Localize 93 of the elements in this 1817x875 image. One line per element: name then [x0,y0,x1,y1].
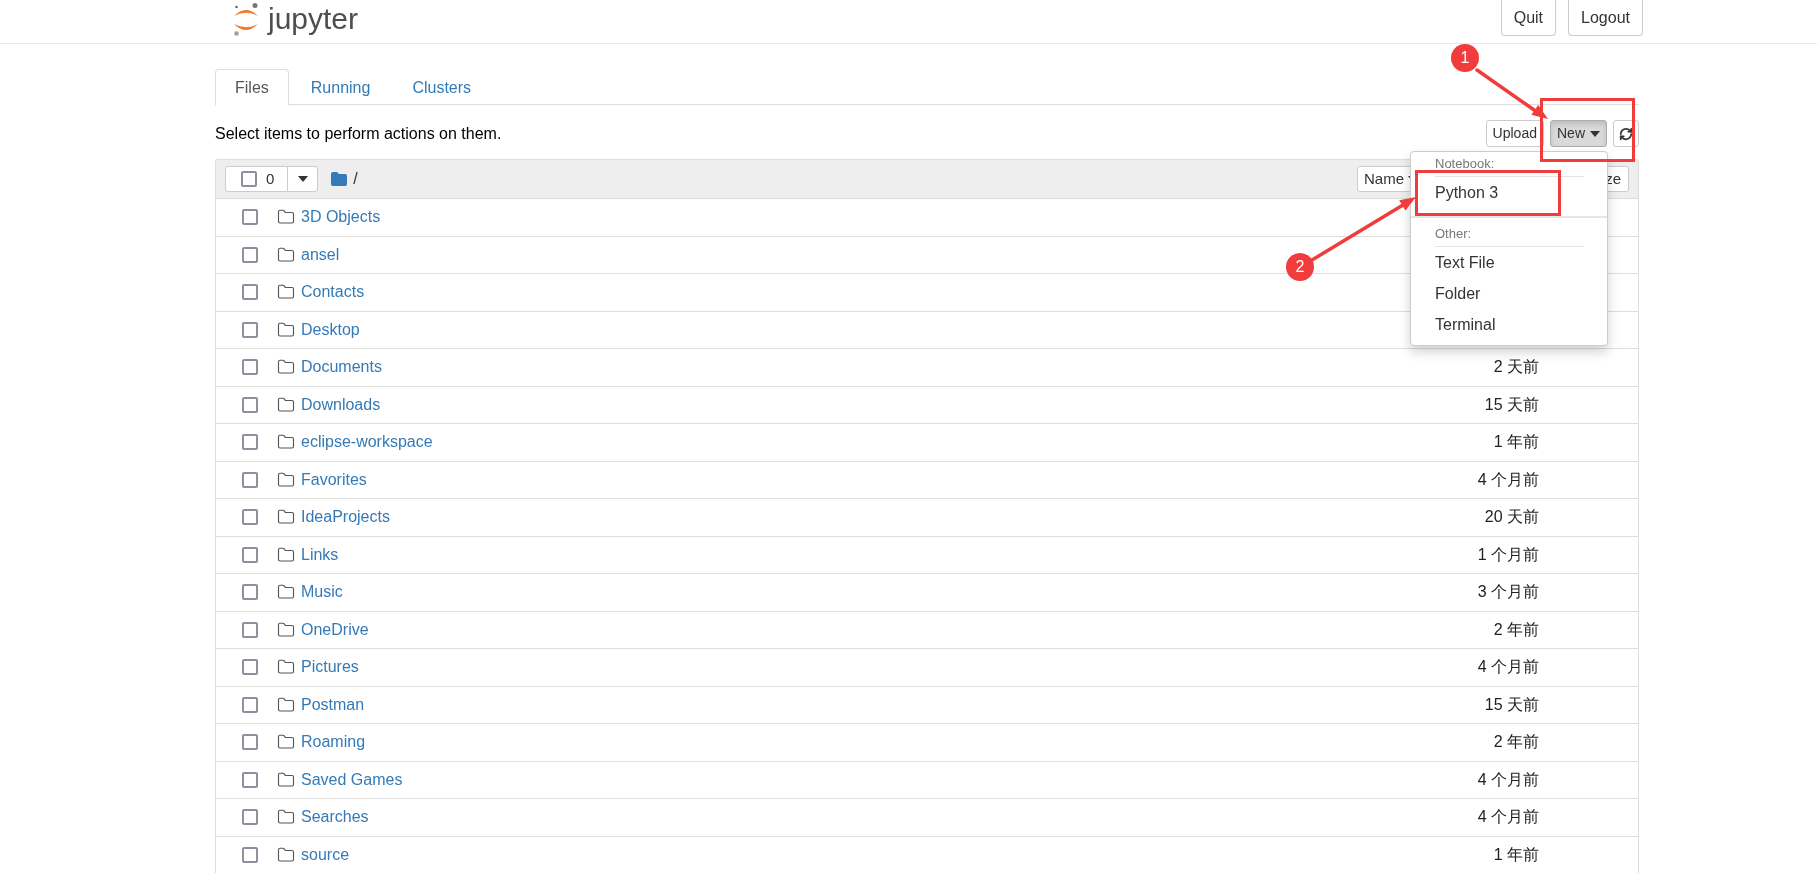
folder-icon [277,208,295,227]
folder-icon [277,320,295,339]
header-button[interactable]: Logout [1568,0,1643,36]
checkbox[interactable] [242,771,258,788]
checkbox[interactable] [242,621,258,638]
logo-icon [232,2,260,37]
menu-item[interactable]: Folder [1411,278,1607,309]
checkbox[interactable] [242,359,258,376]
path-link[interactable]: / [353,167,358,191]
folder-link[interactable]: Documents [301,357,382,378]
folder-link[interactable]: Roaming [301,732,366,753]
caret-icon [297,176,308,182]
instruction-text: Select items to perform actions on them. [215,123,502,144]
checkbox[interactable] [242,696,258,713]
checkbox[interactable] [242,396,258,413]
tab[interactable]: Running [290,69,391,106]
select-menu-button[interactable] [287,166,319,192]
modified-time: 2 天前 [1493,357,1539,378]
menu-item[interactable]: Text File [1411,247,1607,278]
menu-item[interactable]: Terminal [1411,309,1607,340]
select-button[interactable]: 0 [225,166,289,192]
folder-link[interactable]: ansel [301,244,340,265]
folder-icon [277,283,295,302]
checkbox[interactable] [242,546,258,563]
refresh-button[interactable] [1613,120,1639,147]
modified-time: 2 年前 [1493,619,1539,640]
modified-time: 4 个月前 [1477,807,1539,828]
folder-icon [277,508,295,527]
toolbar-button[interactable]: Upload [1485,120,1544,147]
modified-time: 4 个月前 [1477,769,1539,790]
checkbox[interactable] [242,284,258,301]
checkbox[interactable] [242,809,258,826]
folder-link[interactable]: 3D Objects [301,207,381,228]
checkbox[interactable] [242,509,258,526]
folder-link[interactable]: Desktop [301,319,360,340]
logo-wordmark: jupyter [268,2,359,36]
checkbox[interactable] [242,246,258,263]
folder-icon [277,470,295,489]
modified-time: 1 个月前 [1477,544,1539,565]
modified-time: 1 年前 [1493,844,1539,865]
folder-link[interactable]: Pictures [301,657,359,678]
folder-icon [277,545,295,564]
tab[interactable]: Files [215,69,289,106]
modified-time: 15 天前 [1484,394,1539,415]
checkbox[interactable] [242,846,258,863]
folder-icon [277,395,295,414]
folder-link[interactable]: Saved Games [301,769,403,790]
tab[interactable]: Clusters [392,69,492,106]
folder-link[interactable]: source [301,844,350,865]
folder-icon [277,695,295,714]
folder-link[interactable]: Contacts [301,282,365,303]
modified-time: 2 年前 [1493,732,1539,753]
checkbox[interactable] [242,434,258,451]
step-number: 2 [1286,253,1314,281]
folder-icon [277,245,295,264]
folder-icon [277,808,295,827]
folder-link[interactable]: eclipse-workspace [301,432,433,453]
step-number: 1 [1451,44,1479,72]
modified-time: 4 个月前 [1477,657,1539,678]
folder-icon [277,845,295,864]
menu-section-header: Notebook: [1435,156,1496,171]
folder-link[interactable]: Searches [301,807,369,828]
folder-icon [277,358,295,377]
folder-link[interactable]: Downloads [301,394,381,415]
menu-section-header: Other: [1435,226,1473,241]
checkbox[interactable] [242,734,258,751]
folder-icon [277,770,295,789]
modified-time: 3 个月前 [1477,582,1539,603]
refresh-icon [1619,126,1633,141]
folder-link[interactable]: IdeaProjects [301,507,390,528]
folder-icon [277,433,295,452]
toolbar-button[interactable]: New [1550,120,1607,147]
modified-time: 4 个月前 [1477,469,1539,490]
modified-time: 1 年前 [1493,432,1539,453]
header-button[interactable]: Quit [1500,0,1557,36]
folder-icon [277,583,295,602]
checkbox[interactable] [242,584,258,601]
folder-icon [331,172,348,186]
folder-link[interactable]: Favorites [301,469,367,490]
folder-icon [277,733,295,752]
modified-time: 20 天前 [1484,507,1539,528]
modified-time: 15 天前 [1484,694,1539,715]
folder-link[interactable]: OneDrive [301,619,369,640]
checkbox[interactable] [242,321,258,338]
folder-link[interactable]: Links [301,544,339,565]
checkbox[interactable] [242,209,258,226]
folder-link[interactable]: Postman [301,694,365,715]
checkbox[interactable] [242,659,258,676]
folder-icon [277,620,295,639]
folder-link[interactable]: Music [301,582,343,603]
checkbox[interactable] [242,471,258,488]
folder-icon [277,658,295,677]
checkbox[interactable] [241,171,257,187]
